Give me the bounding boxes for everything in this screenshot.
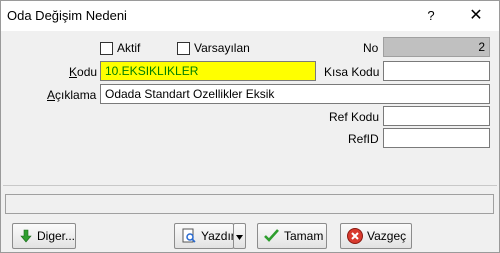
window-title: Oda Değişim Nedeni [7, 8, 127, 23]
kisa-kodu-input[interactable] [383, 61, 490, 81]
cancel-icon [347, 228, 363, 244]
kodu-label: Kodu [69, 65, 98, 79]
form-panel: Aktif Varsayılan No 2 Kodu 10.EKSIKLIKLE… [3, 31, 497, 186]
checkmark-icon [264, 228, 280, 244]
no-field: 2 [383, 37, 490, 57]
dialog-window: Oda Değişim Nedeni ? ✕ Aktif Varsayılan … [0, 0, 500, 253]
no-label: No [363, 41, 379, 55]
vazgec-label: Vazgeç [367, 229, 407, 243]
varsayilan-checkbox[interactable] [177, 42, 190, 55]
diger-button[interactable]: Diger... [12, 223, 76, 249]
kodu-input[interactable]: 10.EKSIKLIKLER [100, 61, 316, 81]
tamam-button[interactable]: Tamam [257, 223, 327, 249]
yazdir-dropdown-button[interactable] [233, 223, 246, 249]
aktif-checkbox[interactable] [100, 42, 113, 55]
aciklama-input[interactable]: Odada Standart Ozellikler Eksik [100, 84, 490, 104]
refid-input[interactable] [383, 128, 490, 148]
help-button[interactable]: ? [411, 1, 451, 31]
yazdir-label: Yazdır [201, 229, 235, 243]
yazdir-button[interactable]: Yazdır [174, 223, 235, 249]
varsayilan-label: Varsayılan [194, 41, 250, 55]
tamam-label: Tamam [284, 229, 324, 243]
close-button[interactable]: ✕ [456, 1, 496, 31]
vazgec-button[interactable]: Vazgeç [340, 223, 412, 249]
chevron-down-icon [236, 229, 243, 243]
kisa-kodu-label: Kısa Kodu [324, 65, 380, 79]
aciklama-label: Açıklama [47, 88, 97, 102]
print-preview-icon [181, 228, 197, 244]
refid-label: RefID [348, 132, 379, 146]
diger-label: Diger... [37, 229, 76, 243]
status-bar [5, 194, 494, 214]
aktif-label: Aktif [117, 41, 141, 55]
title-bar: Oda Değişim Nedeni ? ✕ [1, 1, 499, 31]
ref-kodu-label: Ref Kodu [329, 110, 380, 124]
arrow-down-icon [19, 228, 33, 244]
ref-kodu-input[interactable] [383, 106, 490, 126]
